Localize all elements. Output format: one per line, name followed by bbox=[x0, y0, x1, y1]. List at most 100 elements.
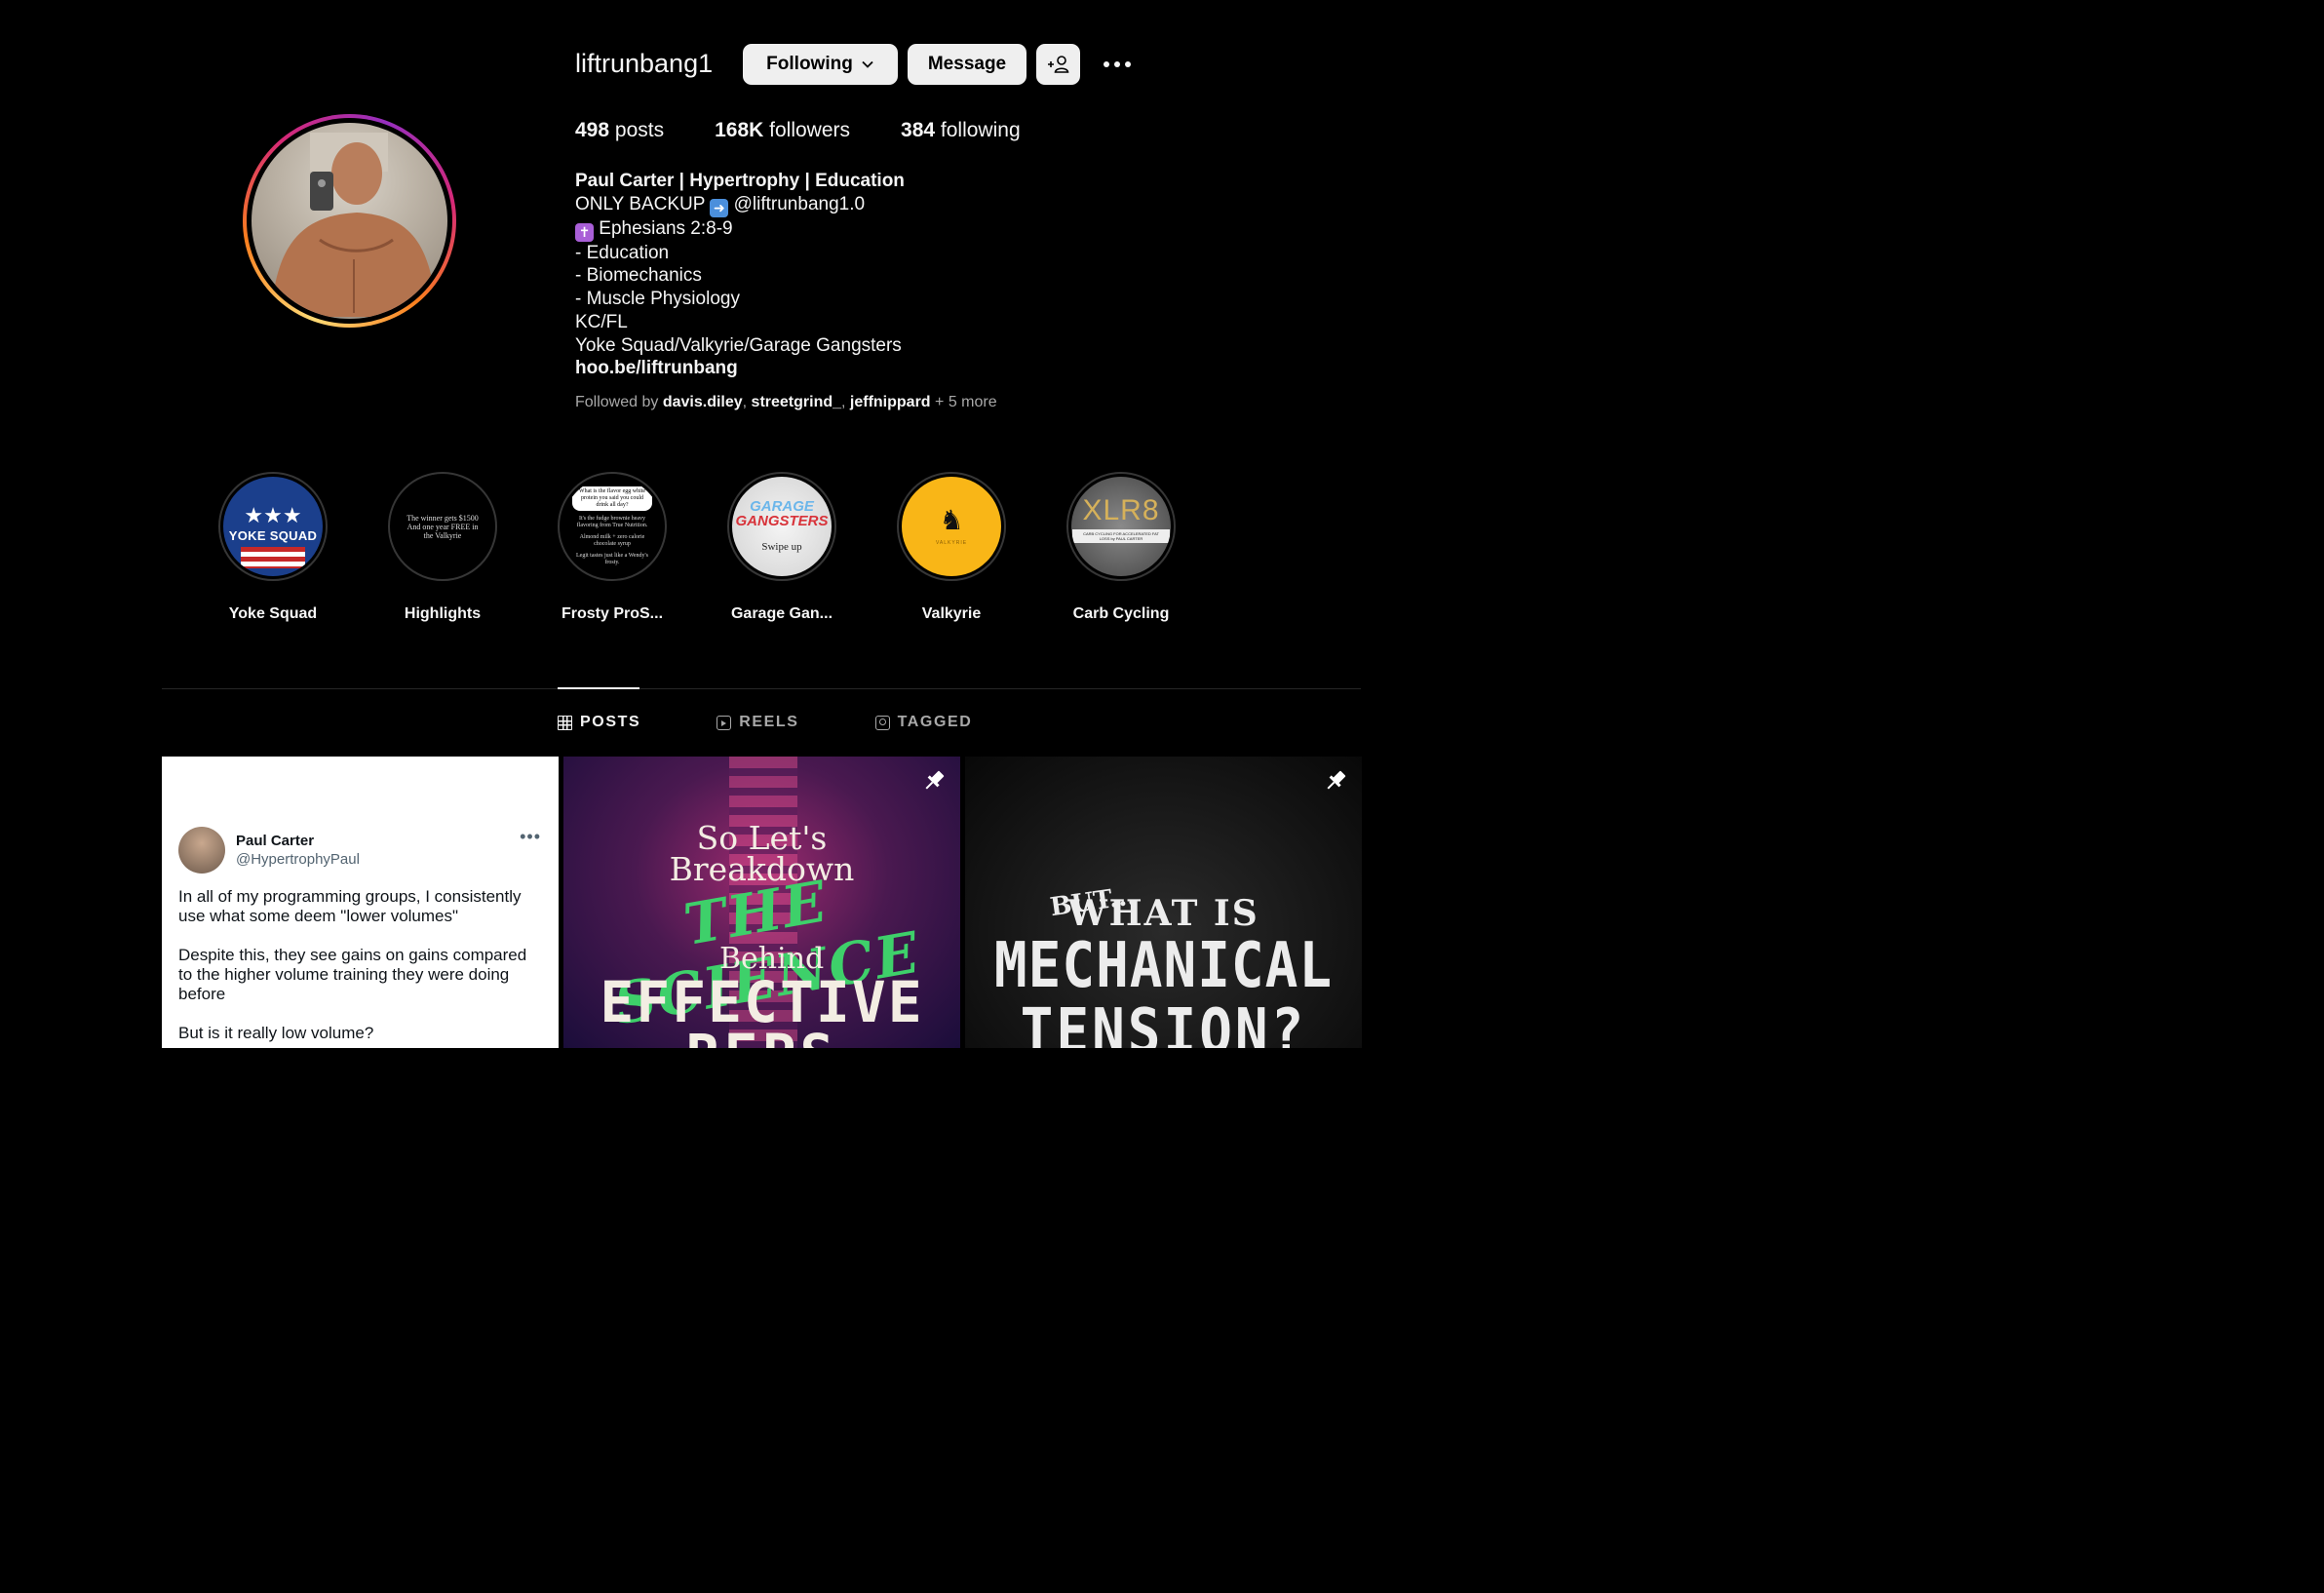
profile-bio: Paul Carter | Hypertrophy | Education ON… bbox=[575, 170, 905, 380]
followed-by-user: jeffnippard bbox=[849, 394, 931, 410]
tweet-author-name: Paul Carter bbox=[236, 833, 315, 849]
post-text: MECHANICAL bbox=[993, 929, 1334, 1002]
highlight-yoke-squad[interactable]: ★★★ YOKE SQUAD Yoke Squad bbox=[218, 472, 328, 623]
highlight-cover: XLR8 CARB CYCLING FOR ACCELERATED FAT LO… bbox=[1071, 477, 1171, 576]
message-button-label: Message bbox=[927, 54, 1007, 74]
followed-by[interactable]: Followed by davis.diley, streetgrind_, j… bbox=[575, 394, 997, 411]
right-arrow-icon: ➜ bbox=[710, 198, 729, 217]
tab-reels[interactable]: REELS bbox=[717, 714, 798, 731]
pin-icon bbox=[925, 770, 945, 790]
tweet-body: In all of my programming groups, I consi… bbox=[178, 887, 539, 1048]
suggested-users-button[interactable] bbox=[1036, 44, 1080, 85]
bio-backup-handle[interactable]: @liftrunbang1.0 bbox=[734, 194, 865, 214]
highlight-cover-text: CARB CYCLING FOR ACCELERATED FAT LOSS by… bbox=[1072, 529, 1170, 543]
bio-verse: Ephesians 2:8-9 bbox=[599, 217, 733, 239]
highlight-label: Yoke Squad bbox=[228, 605, 318, 622]
post-text: TENSION? bbox=[1020, 995, 1307, 1048]
highlight-cover-text: GARAGE bbox=[750, 498, 814, 515]
followed-by-user: streetgrind_ bbox=[751, 394, 842, 410]
highlight-cover-text: Legit tastes just like a Wendy's frosty. bbox=[576, 553, 648, 565]
followers-label: followers bbox=[769, 119, 851, 141]
highlight-frosty[interactable]: What is the flavor egg white protein you… bbox=[558, 472, 667, 623]
profile-avatar[interactable] bbox=[243, 114, 456, 328]
bio-line: - Muscle Physiology bbox=[575, 289, 740, 310]
add-user-icon bbox=[1047, 56, 1068, 73]
active-tab-indicator bbox=[558, 687, 639, 689]
stars-icon: ★★★ bbox=[244, 502, 302, 527]
bio-line: Yoke Squad/Valkyrie/Garage Gangsters bbox=[575, 334, 902, 356]
tab-label: TAGGED bbox=[897, 714, 973, 730]
following-stat[interactable]: 384 following bbox=[901, 119, 1021, 142]
posts-grid: Paul Carter @HypertrophyPaul ••• In all … bbox=[162, 757, 1362, 1048]
following-label: following bbox=[940, 119, 1021, 141]
story-highlights: ★★★ YOKE SQUAD Yoke Squad The winner get… bbox=[218, 472, 1236, 623]
highlight-label: Frosty ProS... bbox=[561, 605, 664, 622]
posts-count: 498 bbox=[575, 119, 610, 141]
profile-stats: 498 posts 168K followers 384 following bbox=[575, 119, 1071, 142]
highlight-label: Highlights bbox=[404, 605, 482, 622]
tweet-header: Paul Carter @HypertrophyPaul bbox=[178, 827, 360, 874]
post-text: WHAT IS bbox=[1067, 893, 1259, 934]
highlight-cover-text: VALKYRIE bbox=[935, 540, 968, 546]
tweet-more-icon: ••• bbox=[520, 827, 541, 846]
highlight-cover-text: XLR8 bbox=[1082, 494, 1160, 526]
highlight-garage-gangsters[interactable]: GARAGE GANGSTERS Swipe up Garage Gan... bbox=[727, 472, 836, 623]
followed-by-more: + 5 more bbox=[935, 394, 997, 410]
posts-label: posts bbox=[614, 119, 665, 141]
highlight-cover-text: YOKE SQUAD bbox=[228, 527, 318, 543]
highlight-cover: ♞ VALKYRIE bbox=[902, 477, 1001, 576]
highlight-carb-cycling[interactable]: XLR8 CARB CYCLING FOR ACCELERATED FAT LO… bbox=[1066, 472, 1176, 623]
post-tile[interactable]: So Let's Breakdown THE SCIENCE Behind EF… bbox=[563, 757, 960, 1048]
tab-tagged[interactable]: TAGGED bbox=[874, 714, 973, 731]
tab-posts[interactable]: POSTS bbox=[558, 714, 640, 731]
tweet-avatar bbox=[178, 827, 225, 874]
followed-by-user: davis.diley bbox=[662, 394, 743, 410]
bio-line: - Education bbox=[575, 242, 670, 263]
post-text: REPS bbox=[563, 1022, 960, 1048]
valkyrie-logo-icon: ♞ bbox=[939, 505, 964, 535]
more-options-icon[interactable] bbox=[1100, 51, 1135, 78]
following-count: 384 bbox=[901, 119, 936, 141]
cross-icon: ✝ bbox=[575, 222, 594, 242]
grid-icon bbox=[558, 715, 572, 730]
highlight-valkyrie[interactable]: ♞ VALKYRIE Valkyrie bbox=[897, 472, 1006, 623]
post-tile[interactable]: BUT... WHAT IS MECHANICAL TENSION? bbox=[965, 757, 1362, 1048]
tab-label: POSTS bbox=[580, 714, 641, 730]
highlight-cover-text: It's the fudge brownie heavy flavoring f… bbox=[576, 516, 648, 528]
tweet-paragraph: In all of my programming groups, I consi… bbox=[178, 887, 522, 925]
tabs-divider bbox=[162, 688, 1361, 689]
post-tile[interactable]: Paul Carter @HypertrophyPaul ••• In all … bbox=[162, 757, 559, 1048]
bio-line-verse: ✝ Ephesians 2:8-9 bbox=[575, 217, 905, 242]
bio-line-backup: ONLY BACKUP ➜ @liftrunbang1.0 bbox=[575, 193, 905, 217]
following-button-label: Following bbox=[766, 54, 853, 74]
highlight-cover-text: Swipe up bbox=[761, 541, 802, 553]
highlight-label: Garage Gan... bbox=[730, 605, 833, 622]
bio-name: Paul Carter | Hypertrophy | Education bbox=[575, 171, 905, 191]
highlight-cover: The winner gets $1500 And one year FREE … bbox=[393, 477, 492, 576]
tweet-author-handle: @HypertrophyPaul bbox=[236, 851, 360, 868]
highlight-cover-text: The winner gets $1500 And one year FREE … bbox=[407, 513, 479, 540]
bio-backup-prefix: ONLY BACKUP bbox=[575, 193, 706, 214]
posts-stat[interactable]: 498 posts bbox=[575, 119, 664, 142]
message-button[interactable]: Message bbox=[908, 44, 1026, 85]
followers-count: 168K bbox=[715, 119, 764, 141]
following-button[interactable]: Following bbox=[743, 44, 898, 85]
profile-tabs: POSTS REELS TAGGED bbox=[558, 714, 972, 731]
profile-username: liftrunbang1 bbox=[575, 49, 714, 78]
highlight-label: Valkyrie bbox=[921, 605, 982, 622]
highlight-cover: GARAGE GANGSTERS Swipe up bbox=[732, 477, 832, 576]
highlight-cover: ★★★ YOKE SQUAD bbox=[223, 477, 323, 576]
tab-label: REELS bbox=[739, 714, 799, 730]
bio-line: - Biomechanics bbox=[575, 265, 702, 287]
highlight-cover-text: GANGSTERS bbox=[735, 513, 829, 529]
bio-line: KC/FL bbox=[575, 311, 628, 332]
pin-icon bbox=[1327, 770, 1346, 790]
chevron-down-icon bbox=[862, 60, 873, 68]
followers-stat[interactable]: 168K followers bbox=[715, 119, 850, 142]
reels-icon bbox=[717, 715, 732, 730]
highlight-cover-text: Almond milk + zero calorie chocolate syr… bbox=[579, 534, 645, 547]
bio-link[interactable]: hoo.be/liftrunbang bbox=[575, 357, 905, 380]
followed-by-prefix: Followed by bbox=[575, 394, 659, 410]
tweet-paragraph: But is it really low volume? bbox=[178, 1024, 374, 1042]
highlight-highlights[interactable]: The winner gets $1500 And one year FREE … bbox=[388, 472, 497, 623]
